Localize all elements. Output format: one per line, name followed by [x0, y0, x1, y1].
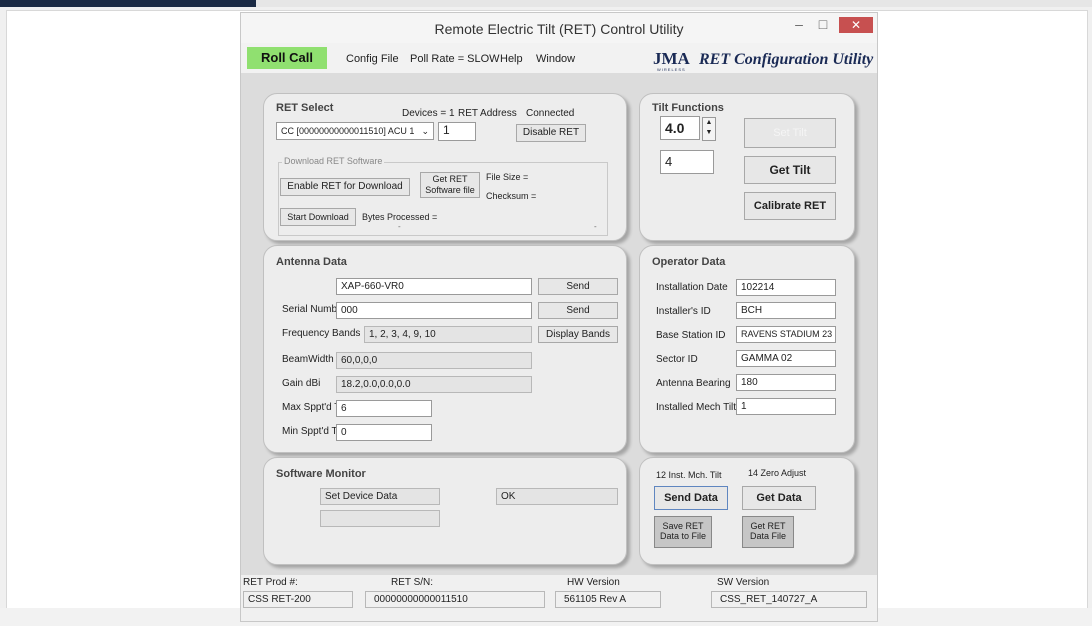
panel-title: Tilt Functions	[652, 102, 724, 114]
enable-download-button[interactable]: Enable RET for Download	[280, 178, 410, 196]
installer-id-input[interactable]: BCH	[736, 302, 836, 319]
data-actions-panel: 12 Inst. Mch. Tilt 14 Zero Adjust Send D…	[639, 457, 855, 565]
get-ret-software-file-button[interactable]: Get RET Software file	[420, 172, 480, 198]
inst-mech-tilt-label: 12 Inst. Mch. Tilt	[656, 470, 722, 480]
ret-address-label: RET Address	[458, 108, 517, 119]
ret-select-panel: RET Select Devices = 1 RET Address Conne…	[263, 93, 627, 241]
checksum-label: Checksum =	[486, 191, 537, 201]
panel-title: Antenna Data	[276, 256, 347, 268]
display-bands-button[interactable]: Display Bands	[538, 326, 618, 343]
panel-title: Software Monitor	[276, 468, 366, 480]
connected-label: Connected	[526, 108, 575, 119]
tilt-readout: 4	[660, 150, 714, 174]
chevron-down-icon: ⌄	[421, 126, 429, 136]
ret-sn-label: RET S/N:	[391, 577, 434, 588]
device-select-value: CC [00000000000011510] ACU 1	[281, 126, 415, 136]
beamwidth-label: BeamWidth	[282, 354, 334, 365]
hw-version-label: HW Version	[567, 577, 620, 588]
tilt-value-input[interactable]: 4.0	[660, 116, 700, 140]
monitor-extra-field	[320, 510, 440, 527]
jma-logo: JMA	[653, 49, 690, 68]
menu-poll-rate[interactable]: Poll Rate = SLOW	[410, 53, 500, 65]
spin-down-icon[interactable]: ▼	[703, 128, 715, 138]
file-size-label: File Size =	[486, 172, 529, 182]
ret-prod-label: RET Prod #:	[243, 577, 298, 588]
base-station-id-input[interactable]: RAVENS STADIUM 23	[736, 326, 836, 343]
panel-title: Operator Data	[652, 256, 726, 268]
roll-call-button[interactable]: Roll Call	[247, 47, 327, 69]
get-tilt-button[interactable]: Get Tilt	[744, 156, 836, 184]
minimize-button[interactable]: –	[787, 17, 811, 33]
operator-data-panel: Operator Data Installation Date 102214 I…	[639, 245, 855, 453]
max-tilt-input[interactable]: 6	[336, 400, 432, 417]
send-data-button[interactable]: Send Data	[654, 486, 728, 510]
sw-version-label: SW Version	[717, 577, 770, 588]
base-station-id-label: Base Station ID	[656, 330, 726, 341]
serial-number-input[interactable]: 000	[336, 302, 532, 319]
antenna-model-input[interactable]: XAP-660-VR0	[336, 278, 532, 295]
get-data-button[interactable]: Get Data	[742, 486, 816, 510]
beamwidth-value: 60,0,0,0	[336, 352, 532, 369]
zero-adjust-label: 14 Zero Adjust	[748, 468, 807, 478]
spin-up-icon[interactable]: ▲	[703, 118, 715, 128]
set-tilt-button[interactable]: Set Tilt	[744, 118, 836, 148]
sw-version-value: CSS_RET_140727_A	[711, 591, 867, 608]
software-monitor-panel: Software Monitor Set Device Data OK	[263, 457, 627, 565]
progress-left-marker: -	[398, 222, 401, 231]
monitor-result-value: OK	[496, 488, 618, 505]
monitor-status-value: Set Device Data	[320, 488, 440, 505]
ret-prod-value: CSS RET-200	[243, 591, 353, 608]
antenna-bearing-label: Antenna Bearing	[656, 378, 731, 389]
disable-ret-button[interactable]: Disable RET	[516, 124, 586, 142]
download-group-label: Download RET Software	[282, 156, 385, 166]
close-button[interactable]: ✕	[839, 17, 873, 33]
hw-version-value: 561105 Rev A	[555, 591, 661, 608]
installed-mech-tilt-label: Installed Mech Tilt	[656, 402, 737, 413]
send-serial-button[interactable]: Send	[538, 302, 618, 319]
installer-id-label: Installer's ID	[656, 306, 711, 317]
start-download-button[interactable]: Start Download	[280, 208, 356, 226]
menu-bar: Roll Call Config File Poll Rate = SLOW H…	[241, 43, 877, 73]
installation-date-label: Installation Date	[656, 282, 728, 293]
ret-sn-value: 00000000000011510	[365, 591, 545, 608]
send-model-button[interactable]: Send	[538, 278, 618, 295]
taskbar-strip	[0, 0, 256, 7]
sector-id-label: Sector ID	[656, 354, 698, 365]
menu-window[interactable]: Window	[536, 53, 575, 65]
bytes-processed-label: Bytes Processed =	[362, 212, 438, 222]
maximize-button[interactable]: □	[811, 17, 835, 33]
title-bar: Remote Electric Tilt (RET) Control Utili…	[241, 13, 877, 43]
sector-id-input[interactable]: GAMMA 02	[736, 350, 836, 367]
gain-value: 18.2,0.0,0.0,0.0	[336, 376, 532, 393]
installed-mech-tilt-input[interactable]: 1	[736, 398, 836, 415]
frequency-bands-label: Frequency Bands	[282, 328, 361, 339]
top-background-strip	[256, 0, 1092, 7]
installation-date-input[interactable]: 102214	[736, 279, 836, 296]
menu-help[interactable]: Help	[500, 53, 523, 65]
save-ret-data-button[interactable]: Save RET Data to File	[654, 516, 712, 548]
menu-config-file[interactable]: Config File	[346, 53, 399, 65]
gain-label: Gain dBi	[282, 378, 321, 389]
progress-right-marker: -	[594, 222, 597, 231]
panel-title: RET Select	[276, 102, 334, 114]
app-window: Remote Electric Tilt (RET) Control Utili…	[240, 12, 878, 622]
window-title: Remote Electric Tilt (RET) Control Utili…	[434, 21, 684, 37]
set-tilt-label: Set Tilt	[773, 127, 807, 139]
calibrate-ret-button[interactable]: Calibrate RET	[744, 192, 836, 220]
min-tilt-input[interactable]: 0	[336, 424, 432, 441]
antenna-data-panel: Antenna Data XAP-660-VR0 Send Serial Num…	[263, 245, 627, 453]
device-select[interactable]: CC [00000000000011510] ACU 1 ⌄	[276, 122, 434, 140]
jma-logo-subtext: WIRELESS	[657, 67, 686, 72]
tilt-spinner[interactable]: ▲ ▼	[702, 117, 716, 141]
ret-address-input[interactable]: 1	[438, 122, 476, 141]
devices-count: Devices = 1	[402, 108, 455, 119]
status-bar: RET Prod #: CSS RET-200 RET S/N: 0000000…	[241, 575, 877, 621]
frequency-bands-value: 1, 2, 3, 4, 9, 10	[364, 326, 532, 343]
tilt-functions-panel: Tilt Functions 4.0 ▲ ▼ Set Tilt 4 Get Ti…	[639, 93, 855, 241]
antenna-bearing-input[interactable]: 180	[736, 374, 836, 391]
get-ret-data-file-button[interactable]: Get RET Data File	[742, 516, 794, 548]
brand-name: RET Configuration Utility	[699, 51, 874, 68]
